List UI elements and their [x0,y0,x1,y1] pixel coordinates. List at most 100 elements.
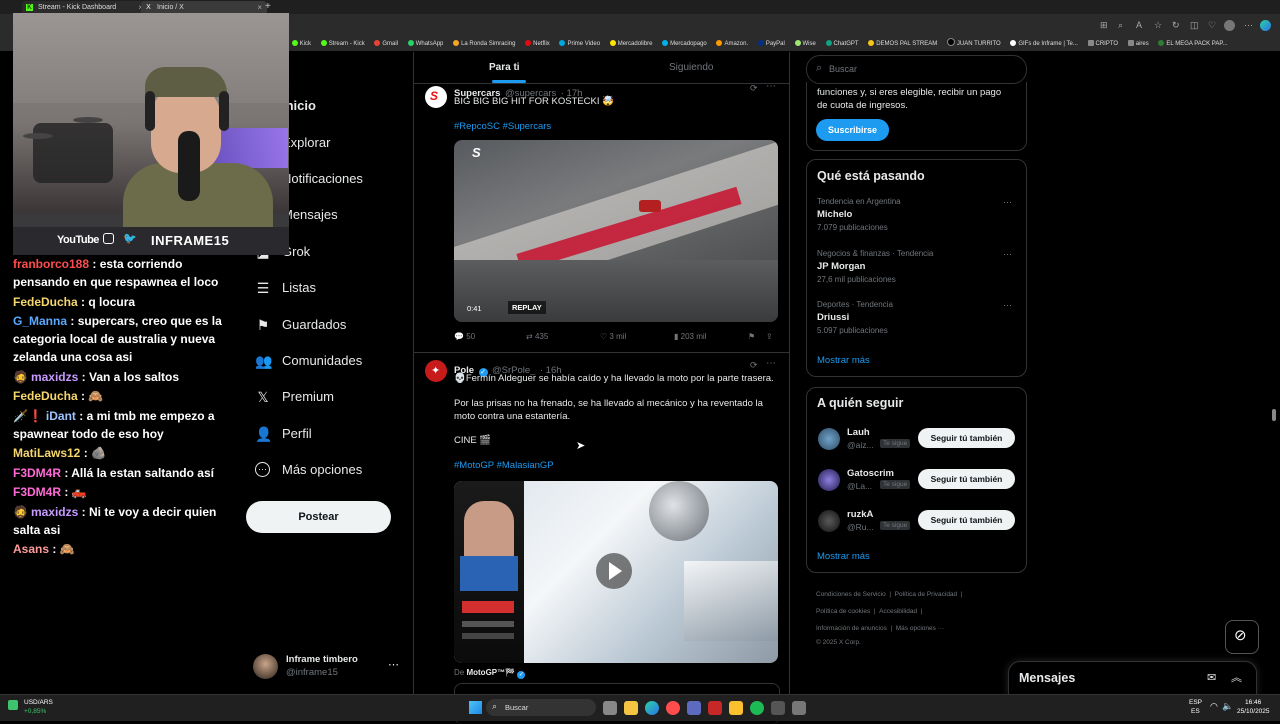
tweet-video[interactable]: S 0:41 REPLAY [454,140,778,322]
bookmark[interactable]: EL MEGA PACK PAP... [1158,38,1228,51]
more-dots-icon[interactable]: ⋯ [766,358,776,369]
windows-start-icon[interactable] [469,701,482,714]
tweet-video[interactable] [454,481,778,663]
profile-avatar[interactable] [1224,20,1235,31]
taskbar-search-input[interactable]: Buscar [505,703,528,712]
favorites-icon[interactable]: ♡ [1208,20,1216,31]
zoom-icon[interactable]: ⌕ [1118,20,1123,31]
language-indicator[interactable]: ESP [1189,699,1202,706]
bookmark[interactable]: Prime Video [559,38,600,51]
follow-name[interactable]: Lauh [847,427,870,438]
reader-icon[interactable]: A [1136,20,1142,30]
chat-username[interactable]: F3DM4R [13,466,61,480]
more-dots-icon[interactable]: ⋯ [1003,197,1012,208]
tweet-hashtags[interactable]: #MotoGP #MalasianGP [454,460,554,473]
footer-link[interactable]: Condiciones de Servicio [816,591,886,598]
app-icon[interactable] [708,701,722,715]
chat-username[interactable]: maxidzs [31,370,78,384]
more-dots-icon[interactable]: ⋯ [1003,300,1012,311]
bookmark[interactable]: Mercadopago [662,38,707,51]
footer-link[interactable]: Información de anuncios [816,625,887,632]
source-account[interactable]: MotoGP™🏁 [466,668,515,677]
wifi-icon[interactable]: ◠ [1210,701,1218,712]
follow-back-button[interactable]: Seguir tú también [918,510,1015,530]
bookmark[interactable]: La Ronda Simracing [453,38,515,51]
trend-item[interactable]: Tendencia en Argentina Michelo 7.079 pub… [817,197,1017,241]
chat-username[interactable]: maxidzs [31,505,78,519]
edge-icon[interactable] [645,701,659,715]
app-icon[interactable] [729,701,743,715]
bookmark[interactable]: DEMOS PAL STREAM [868,38,937,51]
new-message-icon[interactable]: ✉ [1207,671,1216,684]
expand-icon[interactable]: ︽ [1231,669,1242,685]
grok-icon[interactable]: ⟳ [750,360,758,371]
show-more-link[interactable]: Mostrar más [817,551,870,562]
search-box[interactable]: ⌕ Buscar [806,55,1027,84]
bookmark[interactable]: GIFs de Inframe | Te... [1010,38,1078,51]
tweet[interactable]: S Supercars @supercars · 17h ⟳ ⋯ BIG BIG… [414,81,789,353]
follow-name[interactable]: Gatoscrim [847,468,894,479]
retweet-button[interactable]: ⇄ 435 [526,332,548,341]
chat-username[interactable]: franborco188 [13,257,89,271]
footer-link[interactable]: Más opciones ··· [896,625,944,632]
spotify-icon[interactable] [750,701,764,715]
subscribe-button[interactable]: Suscribirse [816,119,889,141]
file-explorer-icon[interactable] [624,701,638,715]
share-icon[interactable]: ⇪ [766,332,773,341]
grok-floating-button[interactable]: ⊘ [1225,620,1259,654]
bookmark[interactable]: WhatsApp [407,38,443,51]
refresh-icon[interactable]: ↻ [1172,20,1180,31]
messages-drawer[interactable]: Mensajes ✉ ︽ [1008,661,1257,696]
new-tab-button[interactable]: + [265,0,271,14]
volume-icon[interactable]: 🔈 [1222,701,1233,712]
tab-siguiendo[interactable]: Siguiendo [669,62,713,73]
bookmark[interactable]: Mercadolibre [609,38,652,51]
bookmark[interactable]: Stream - Kick [320,38,365,51]
more-dots-icon[interactable]: ⋯ [388,658,399,671]
app-icon[interactable] [792,701,806,715]
chat-username[interactable]: FedeDucha [13,389,78,403]
app-icon[interactable] [771,701,785,715]
follow-back-button[interactable]: Seguir tú también [918,469,1015,489]
show-more-link[interactable]: Mostrar más [817,355,870,366]
like-button[interactable]: ♡ 3 mil [600,332,626,341]
reply-button[interactable]: 💬 50 [454,332,475,341]
bookmark[interactable]: Wise [794,38,816,51]
follow-back-button[interactable]: Seguir tú también [918,428,1015,448]
tweet[interactable]: ✦ Pole ✓ @SrPole_ · 16h ⟳ ⋯ 💀Fermín Alde… [414,353,789,724]
bookmark-folder[interactable]: aires [1127,38,1149,51]
ticker-name[interactable]: USD/ARS [24,699,53,706]
chat-username[interactable]: F3DM4R [13,485,61,499]
views-button[interactable]: ▮ 203 mil [674,332,706,341]
task-view-icon[interactable] [603,701,617,715]
follow-name[interactable]: ruzkA [847,509,873,520]
bookmark-icon[interactable]: ⚑ [748,332,755,341]
clock-time[interactable]: 16:46 [1245,699,1261,706]
post-button[interactable]: Postear [246,501,391,533]
more-dots-icon[interactable]: ⋯ [1003,249,1012,260]
tab-para-ti[interactable]: Para ti [489,62,520,73]
trend-item[interactable]: Deportes · Tendencia Driussi 5.097 publi… [817,300,1017,344]
translate-icon[interactable]: ⊞ [1100,20,1108,31]
split-icon[interactable]: ◫ [1190,20,1199,31]
footer-link[interactable]: Accesibilidad [879,608,917,615]
bookmark[interactable]: Netflix [525,38,550,51]
menu-dots-icon[interactable]: ⋯ [1244,20,1253,31]
play-button[interactable] [596,553,632,589]
more-dots-icon[interactable]: ⋯ [766,81,776,92]
chat-username[interactable]: FedeDucha [13,295,78,309]
tweet-hashtags[interactable]: #RepcoSC #Supercars [454,121,551,134]
bookmark[interactable]: PayPal [757,38,785,51]
footer-link[interactable]: Política de Privacidad [895,591,958,598]
trend-item[interactable]: Negocios & finanzas · Tendencia JP Morga… [817,249,1017,293]
chat-username[interactable]: G_Manna [13,314,67,328]
chat-username[interactable]: MatiLaws12 [13,446,80,460]
scrollbar-thumb[interactable] [1272,409,1276,421]
app-icon[interactable] [666,701,680,715]
search-input[interactable]: Buscar [829,64,857,74]
bookmark[interactable]: JUAN TURRITO [946,38,1001,51]
footer-link[interactable]: Política de cookies [816,608,870,615]
chat-username[interactable]: Asans [13,542,49,556]
app-icon[interactable] [687,701,701,715]
bookmark[interactable]: ChatGPT [825,38,859,51]
